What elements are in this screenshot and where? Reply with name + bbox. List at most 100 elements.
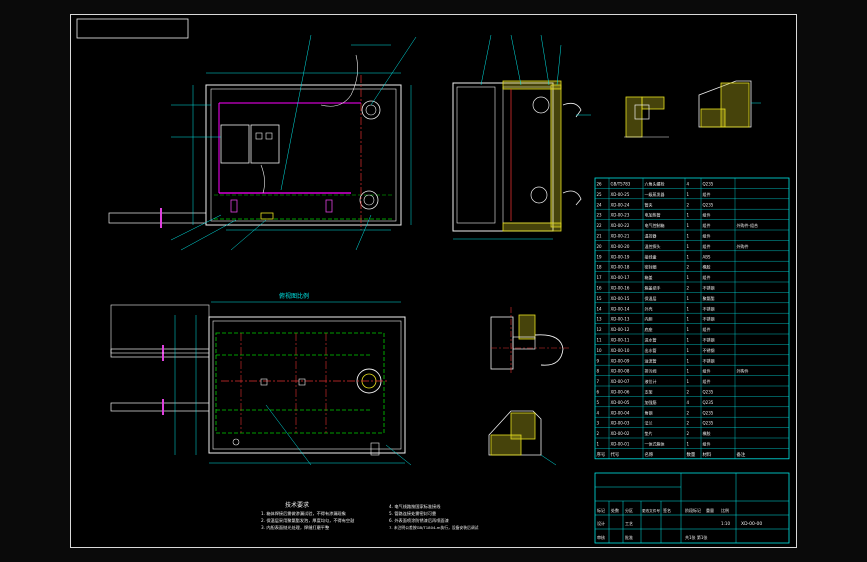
side-handle-lower <box>562 190 582 206</box>
top-outlet-pipe <box>110 402 210 412</box>
parts-table-cell: 9 <box>597 358 600 363</box>
parts-table-cell: 2 <box>687 265 690 270</box>
parts-table-header-cell: 名称 <box>645 451 654 458</box>
parts-table-cell: 组件 <box>703 232 711 238</box>
leader-line <box>480 34 492 86</box>
parts-table-cell: 六角头螺栓 <box>645 180 665 186</box>
parts-table-cell: 1 <box>687 306 690 311</box>
title-drawing-number: XD-00-00 <box>741 521 762 527</box>
parts-table-cell: 5 <box>597 400 600 405</box>
front-inner-liner <box>210 88 397 222</box>
parts-table-cell: 组件 <box>703 191 711 197</box>
parts-table-cell: XD-00-06 <box>611 389 630 394</box>
parts-table-cell: 3 <box>597 421 600 426</box>
parts-table-cell: 箱盖 <box>645 274 653 280</box>
parts-table-cell: 加强筋 <box>645 399 657 405</box>
top-view-label: 俯视图比例 <box>279 292 309 300</box>
parts-table-cell: 1 <box>687 296 690 301</box>
parts-table-cell: XD-00-18 <box>611 265 630 270</box>
wire-cable <box>320 54 358 107</box>
parts-table-cell: 垫片 <box>645 430 653 436</box>
parts-table-cell: XD-00-05 <box>611 400 630 405</box>
parts-table-cell: 外壳 <box>645 305 653 311</box>
parts-table-cell: 23 <box>597 213 603 218</box>
front-pipe-lower <box>359 190 379 210</box>
side-pipe-upper <box>532 96 550 114</box>
detail-c-body <box>490 316 514 370</box>
title-block: 标记 处数 分区 更改文件号 签名 设计 审核 工艺 批准 阶段标记 重量 比例… <box>594 472 790 544</box>
parts-table-cell: 13 <box>597 317 603 322</box>
note-line: 2. 保温层采用聚氨酯发泡，厚度均匀，不得有空鼓 <box>261 517 355 524</box>
detail-section-b <box>698 80 761 128</box>
parts-table-cell: 组件 <box>703 440 711 446</box>
parts-table-cell: Q235 <box>703 181 714 186</box>
parts-table-cell: 组件 <box>703 368 711 374</box>
title-field: 重量 <box>706 507 714 513</box>
parts-table-cell: 19 <box>597 254 603 259</box>
title-scale: 1:10 <box>721 521 730 526</box>
front-section-view <box>108 34 417 251</box>
parts-table-cell: 1 <box>687 244 690 249</box>
parts-table-cell: 不锈钢 <box>703 347 715 353</box>
parts-table-cell: XD-00-25 <box>611 192 630 197</box>
note-line: 5. 管路连接处需密封可靠 <box>389 510 436 517</box>
drain-valve <box>260 212 274 220</box>
top-drain-hole <box>232 438 240 446</box>
front-leg <box>325 199 333 213</box>
wire-cable <box>260 164 265 194</box>
parts-table-cell: 14 <box>597 306 603 311</box>
parts-table-cell: XD-00-08 <box>611 369 630 374</box>
leader-line <box>370 36 417 106</box>
parts-table-cell: 1 <box>687 369 690 374</box>
side-insulation-top <box>502 80 562 90</box>
parts-table-cell: 2 <box>687 431 690 436</box>
parts-table-header-cell: 数量 <box>687 451 696 458</box>
parts-table-cell: XD-00-01 <box>611 441 630 446</box>
parts-table-cell: 1 <box>687 441 690 446</box>
parts-table-cell: XD-00-03 <box>611 421 630 426</box>
parts-table-cell: Q235 <box>703 410 714 415</box>
parts-table-cell: 1 <box>687 337 690 342</box>
parts-table-cell: 溢流管 <box>645 357 657 363</box>
parts-table-cell: 1 <box>687 358 690 363</box>
parts-table-cell: 内胆 <box>645 316 653 322</box>
parts-table-cell: 20 <box>597 244 603 249</box>
parts-table-cell: XD-00-21 <box>611 233 630 238</box>
parts-table-cell: XD-00-20 <box>611 244 630 249</box>
parts-table-cell: 不锈钢 <box>703 305 715 311</box>
parts-table-cell: 1 <box>687 192 690 197</box>
control-switch <box>255 132 263 140</box>
parts-table-cell: 2 <box>597 431 600 436</box>
parts-table-cell: XD-00-16 <box>611 285 630 290</box>
title-role: 工艺 <box>625 521 633 526</box>
parts-table-header-cell: 代号 <box>611 451 620 458</box>
parts-table-cell: 1 <box>687 317 690 322</box>
parts-table-cell: 聚氨酯 <box>703 295 715 301</box>
front-leg <box>230 199 238 213</box>
parts-table-cell: 8 <box>597 369 600 374</box>
note-line: 4. 电气线路按国家标准接线 <box>389 503 441 510</box>
parts-table-cell: 角钢 <box>645 409 653 415</box>
parts-table-cell: 1 <box>687 223 690 228</box>
top-bolt <box>298 378 306 386</box>
parts-table-cell: XD-00-10 <box>611 348 630 353</box>
parts-table-cell: 4 <box>687 181 690 186</box>
side-insulation-bottom <box>502 222 562 232</box>
parts-table-cell: 密封圈 <box>645 264 657 270</box>
title-role: 设计 <box>597 520 605 526</box>
cad-drawing-canvas[interactable]: 俯视图比例 技术要求 1. 箱体焊接后需做渗漏试验，不得有渗漏现象 2. 保温层… <box>71 15 798 549</box>
parts-table-cell: Q235 <box>703 389 714 394</box>
parts-table-cell: 不锈钢 <box>703 316 715 322</box>
title-sheet-count: 共1张 第1张 <box>685 534 707 540</box>
leader-line <box>280 34 312 191</box>
parts-table-header-cell: 序号 <box>597 451 606 458</box>
parts-table-cell: XD-00-23 <box>611 213 630 218</box>
notes-heading: 技术要求 <box>285 501 309 509</box>
parts-table-cell: 17 <box>597 275 603 280</box>
control-box-left <box>220 124 250 164</box>
detail-section-c <box>490 307 571 375</box>
leader-line <box>265 404 312 466</box>
parts-table-cell: 18 <box>597 265 603 270</box>
parts-table-cell: ABS <box>703 254 711 259</box>
parts-table-cell: 组件 <box>703 274 711 280</box>
